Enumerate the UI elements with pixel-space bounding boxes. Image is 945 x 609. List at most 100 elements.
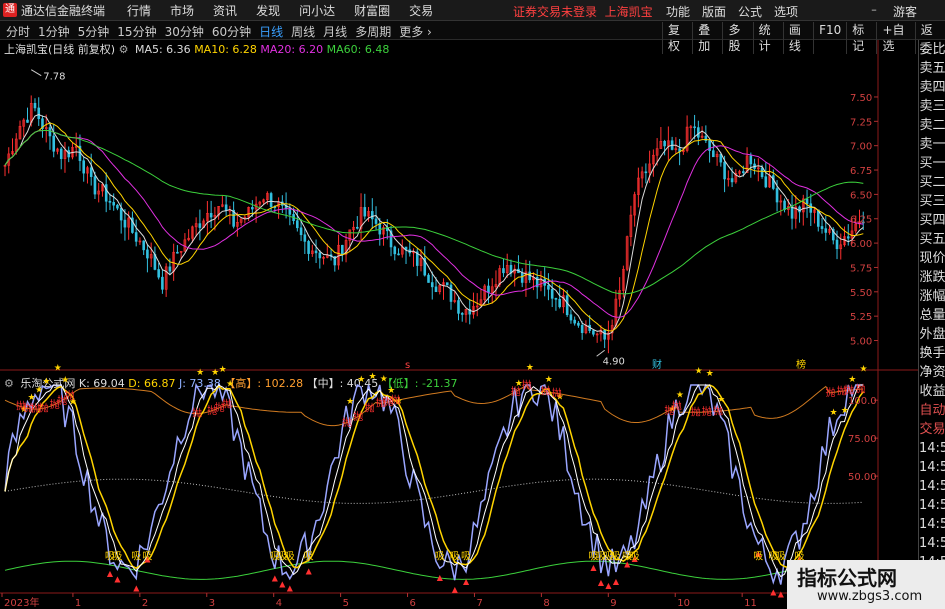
- candle-body: [119, 207, 123, 221]
- sidebar-item-20[interactable]: 交易: [919, 420, 945, 439]
- sidebar-item-3[interactable]: 卖三: [919, 97, 945, 116]
- sidebar-item-9[interactable]: 买四: [919, 211, 945, 230]
- candle-body: [134, 232, 138, 242]
- period-tab-2[interactable]: 5分钟: [78, 23, 110, 40]
- sell-label: 抛: [672, 400, 682, 413]
- period-tab-7[interactable]: 周线: [291, 23, 315, 40]
- sidebar-item-21[interactable]: 14:56: [919, 439, 945, 458]
- sidebar-item-2[interactable]: 卖四: [919, 78, 945, 97]
- candle-body: [749, 155, 753, 165]
- candle-body: [314, 250, 318, 254]
- buy-label: 吸: [112, 552, 122, 563]
- login-notice[interactable]: 证券交易未登录 上海凯宝: [513, 3, 653, 20]
- period-tab-5[interactable]: 60分钟: [212, 23, 251, 40]
- candle-body: [760, 167, 764, 178]
- sell-star: ★: [526, 363, 534, 373]
- price-tick-label-9: 5.25: [850, 312, 872, 323]
- d-line: [4, 384, 864, 570]
- candle-body: [764, 176, 768, 188]
- sidebar-item-17[interactable]: 净资: [919, 363, 945, 382]
- sidebar-item-19[interactable]: 自动: [919, 401, 945, 420]
- buy-label: 吸: [142, 552, 152, 563]
- quote-sidebar: 委比 卖五 卖四 卖三 卖二 卖一 买一 买二 买三 买四 买五 现价 涨跌 涨幅 总量 外盘 换手 净资 收益 自动…: [918, 40, 945, 609]
- menu-formula[interactable]: 公式: [738, 3, 762, 20]
- buy-triangle: ▲: [279, 580, 286, 589]
- candle-body: [161, 276, 164, 290]
- menu-function[interactable]: 功能: [666, 3, 690, 20]
- sidebar-item-24[interactable]: 14:56: [919, 496, 945, 515]
- menu-ask[interactable]: 问小达: [299, 2, 335, 19]
- period-tab-8[interactable]: 月线: [323, 23, 347, 40]
- sidebar-item-15[interactable]: 外盘: [919, 325, 945, 344]
- candle-body: [307, 241, 310, 254]
- period-tab-9[interactable]: 多周期: [355, 23, 391, 40]
- sidebar-item-6[interactable]: 买一: [919, 154, 945, 173]
- price-tick-label-0: 7.50: [850, 93, 872, 104]
- period-tab-3[interactable]: 15分钟: [117, 23, 156, 40]
- price-tick-label-7: 5.75: [850, 263, 872, 274]
- sidebar-item-4[interactable]: 卖二: [919, 116, 945, 135]
- menu-quotes[interactable]: 行情: [127, 2, 151, 19]
- sidebar-item-8[interactable]: 买三: [919, 192, 945, 211]
- sell-label: 抛: [39, 402, 49, 415]
- sidebar-item-5[interactable]: 卖一: [919, 135, 945, 154]
- buy-triangle: ▲: [605, 581, 612, 590]
- user-label[interactable]: 游客: [893, 3, 917, 20]
- menu-wealth[interactable]: 财富圈: [354, 2, 390, 19]
- sidebar-item-22[interactable]: 14:56: [919, 458, 945, 477]
- candle-body: [318, 252, 322, 259]
- period-tab-6[interactable]: 日线: [259, 23, 283, 40]
- sidebar-item-11[interactable]: 现价: [919, 249, 945, 268]
- sidebar-item-12[interactable]: 涨跌: [919, 268, 945, 287]
- buy-triangle: ▲: [272, 574, 279, 583]
- buy-label: 吸: [304, 552, 314, 563]
- buy-triangle: ▲: [778, 589, 785, 598]
- buy-triangle: ▲: [437, 573, 444, 582]
- sidebar-item-13[interactable]: 涨幅: [919, 287, 945, 306]
- sidebar-item-0[interactable]: 委比: [919, 40, 945, 59]
- period-tab-10[interactable]: 更多 ›: [399, 23, 432, 40]
- buy-triangle: ▲: [590, 563, 597, 572]
- period-tab-0[interactable]: 分时: [6, 23, 30, 40]
- minimize-icon[interactable]: –: [866, 2, 882, 18]
- candle-body: [363, 207, 367, 217]
- chart-canvas[interactable]: 7.50 7.25 7.00 6.75 6.50 6.25 6.00 5.75 5.50 5.25…: [0, 40, 918, 609]
- x-label-6: 6: [410, 598, 416, 609]
- candle-body: [288, 208, 292, 215]
- buy-label: 吸: [285, 552, 295, 563]
- candle-body: [790, 206, 794, 219]
- ma-line-10: [4, 122, 864, 332]
- sidebar-item-7[interactable]: 买二: [919, 173, 945, 192]
- sell-star: ★: [545, 375, 553, 385]
- menu-layout[interactable]: 版面: [702, 3, 726, 20]
- sell-star: ★: [196, 368, 204, 378]
- sell-label: 抛: [522, 379, 532, 392]
- sidebar-item-18[interactable]: 收益: [919, 382, 945, 401]
- candle-body: [374, 218, 378, 224]
- menu-news[interactable]: 资讯: [213, 2, 237, 19]
- buy-triangle: ▲: [613, 577, 620, 586]
- sell-label: 抛: [844, 383, 854, 396]
- sidebar-item-23[interactable]: 14:56: [919, 477, 945, 496]
- sidebar-item-16[interactable]: 换手: [919, 344, 945, 363]
- sidebar-item-1[interactable]: 卖五: [919, 59, 945, 78]
- sell-star: ★: [43, 377, 51, 387]
- x-label-5: 5: [343, 598, 349, 609]
- candle-body: [805, 198, 809, 205]
- menu-discover[interactable]: 发现: [256, 2, 280, 19]
- sidebar-item-14[interactable]: 总量: [919, 306, 945, 325]
- candle-body: [104, 184, 108, 202]
- period-tab-4[interactable]: 30分钟: [165, 23, 204, 40]
- buy-triangle: ▲: [133, 584, 140, 593]
- sidebar-item-10[interactable]: 买五: [919, 230, 945, 249]
- menu-options[interactable]: 选项: [774, 3, 798, 20]
- sell-label: 抛: [552, 386, 562, 399]
- period-tab-1[interactable]: 1分钟: [38, 23, 70, 40]
- sidebar-item-25[interactable]: 14:56: [919, 515, 945, 534]
- buy-label: 吸: [450, 552, 460, 563]
- candle-body: [269, 193, 273, 208]
- candle-body: [146, 249, 149, 259]
- menu-market[interactable]: 市场: [170, 2, 194, 19]
- sidebar-item-26[interactable]: 14:56: [919, 534, 945, 553]
- menu-trade[interactable]: 交易: [409, 2, 433, 19]
